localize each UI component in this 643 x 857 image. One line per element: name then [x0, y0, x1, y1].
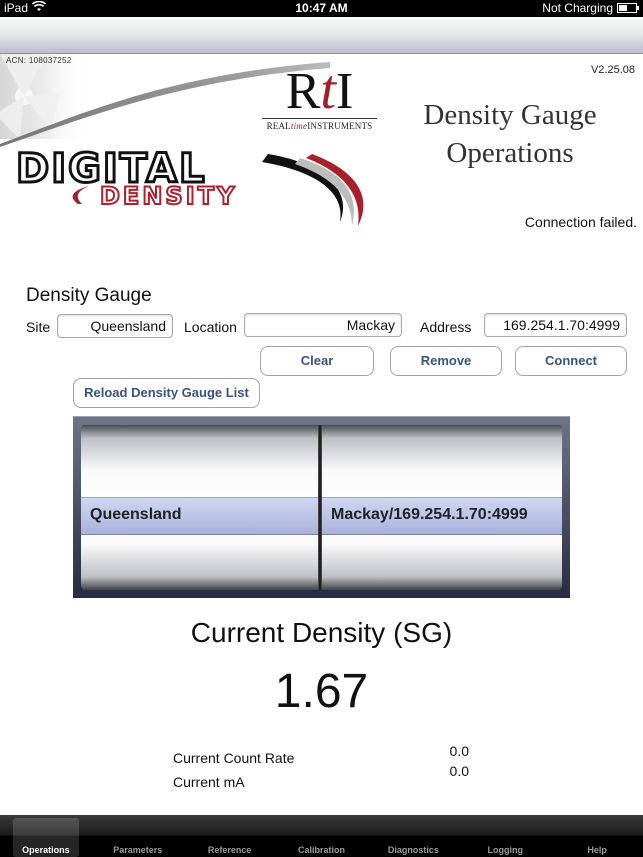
site-label: Site	[26, 319, 51, 335]
picker-wheel-location[interactable]: Mackay/169.254.1.70:4999	[322, 425, 562, 590]
picker-divider	[318, 425, 322, 590]
navigation-bar	[0, 17, 643, 54]
address-label: Address	[420, 319, 472, 335]
version-label: V2.25.08	[590, 64, 635, 76]
reload-gauge-list-button[interactable]: Reload Density Gauge List	[73, 378, 260, 408]
density-value: 1.67	[274, 665, 369, 718]
tab-label: Diagnostics	[387, 845, 439, 855]
charging-status: Not Charging	[542, 1, 613, 15]
status-bar: iPad 10:47 AM Not Charging	[0, 0, 643, 17]
ma-label: Current mA	[173, 774, 245, 790]
tab-label: Calibration	[298, 845, 346, 855]
rti-mark: RtI	[262, 62, 377, 120]
battery-fill	[619, 5, 627, 11]
page-title-line2: Operations	[446, 137, 574, 169]
tab-label: Operations	[22, 845, 70, 855]
picker-selected-site[interactable]: Queensland	[90, 506, 182, 524]
clear-button[interactable]: Clear	[260, 346, 374, 376]
tab-reference[interactable]: Reference	[184, 815, 276, 857]
picker-frame: Queensland Mackay/169.254.1.70:4999	[81, 425, 562, 590]
tab-calibration[interactable]: Calibration	[276, 815, 368, 857]
tab-parameters[interactable]: Parameters	[92, 815, 184, 857]
density-title: Current Density (SG)	[190, 617, 453, 648]
picker-wheel-site[interactable]: Queensland	[81, 425, 318, 590]
tab-help[interactable]: Help	[551, 815, 643, 857]
rti-logo: RtI REALtimeINSTRUMENTS	[262, 62, 377, 131]
count-rate-value: 0.0	[449, 743, 469, 759]
gauge-picker[interactable]: Queensland Mackay/169.254.1.70:4999	[73, 416, 570, 598]
logo-density: DENSITY	[99, 182, 238, 210]
page-title: Density Gauge Operations	[400, 96, 620, 172]
rti-wordmark-instruments: INSTRUMENTS	[307, 121, 373, 131]
site-input[interactable]	[57, 314, 173, 338]
remove-button[interactable]: Remove	[390, 346, 502, 376]
tab-label: Parameters	[113, 845, 163, 855]
tab-label: Help	[587, 845, 607, 855]
tab-label: Reference	[207, 845, 252, 855]
section-title: Density Gauge	[26, 285, 152, 306]
acn-number: ACN: 108037252	[6, 56, 72, 65]
picker-selected-location[interactable]: Mackay/169.254.1.70:4999	[331, 506, 528, 524]
connection-status: Connection failed.	[524, 214, 637, 230]
rti-wordmark: REALtimeINSTRUMENTS	[262, 121, 377, 131]
rti-mark-i: I	[335, 63, 354, 120]
tab-operations[interactable]: Operations	[0, 815, 92, 857]
tab-diagnostics[interactable]: Diagnostics	[367, 815, 459, 857]
count-rate-label: Current Count Rate	[173, 750, 295, 766]
battery-icon	[617, 3, 639, 13]
rti-mark-t: t	[320, 59, 336, 121]
connect-button[interactable]: Connect	[515, 346, 627, 376]
address-input[interactable]	[484, 313, 627, 337]
tab-logging[interactable]: Logging	[459, 815, 551, 857]
ma-value: 0.0	[449, 763, 469, 779]
location-input[interactable]	[244, 313, 402, 337]
page-title-line1: Density Gauge	[423, 99, 597, 131]
digital-density-logo: DIGITAL DENSITY	[14, 147, 235, 210]
rti-mark-r: R	[285, 63, 321, 120]
tab-label: Logging	[487, 845, 523, 855]
tab-bar: Operations Parameters Reference Calibrat…	[0, 815, 643, 857]
rti-wordmark-real: REAL	[266, 121, 291, 131]
location-label: Location	[184, 319, 237, 335]
rti-wordmark-time: time	[290, 121, 308, 131]
